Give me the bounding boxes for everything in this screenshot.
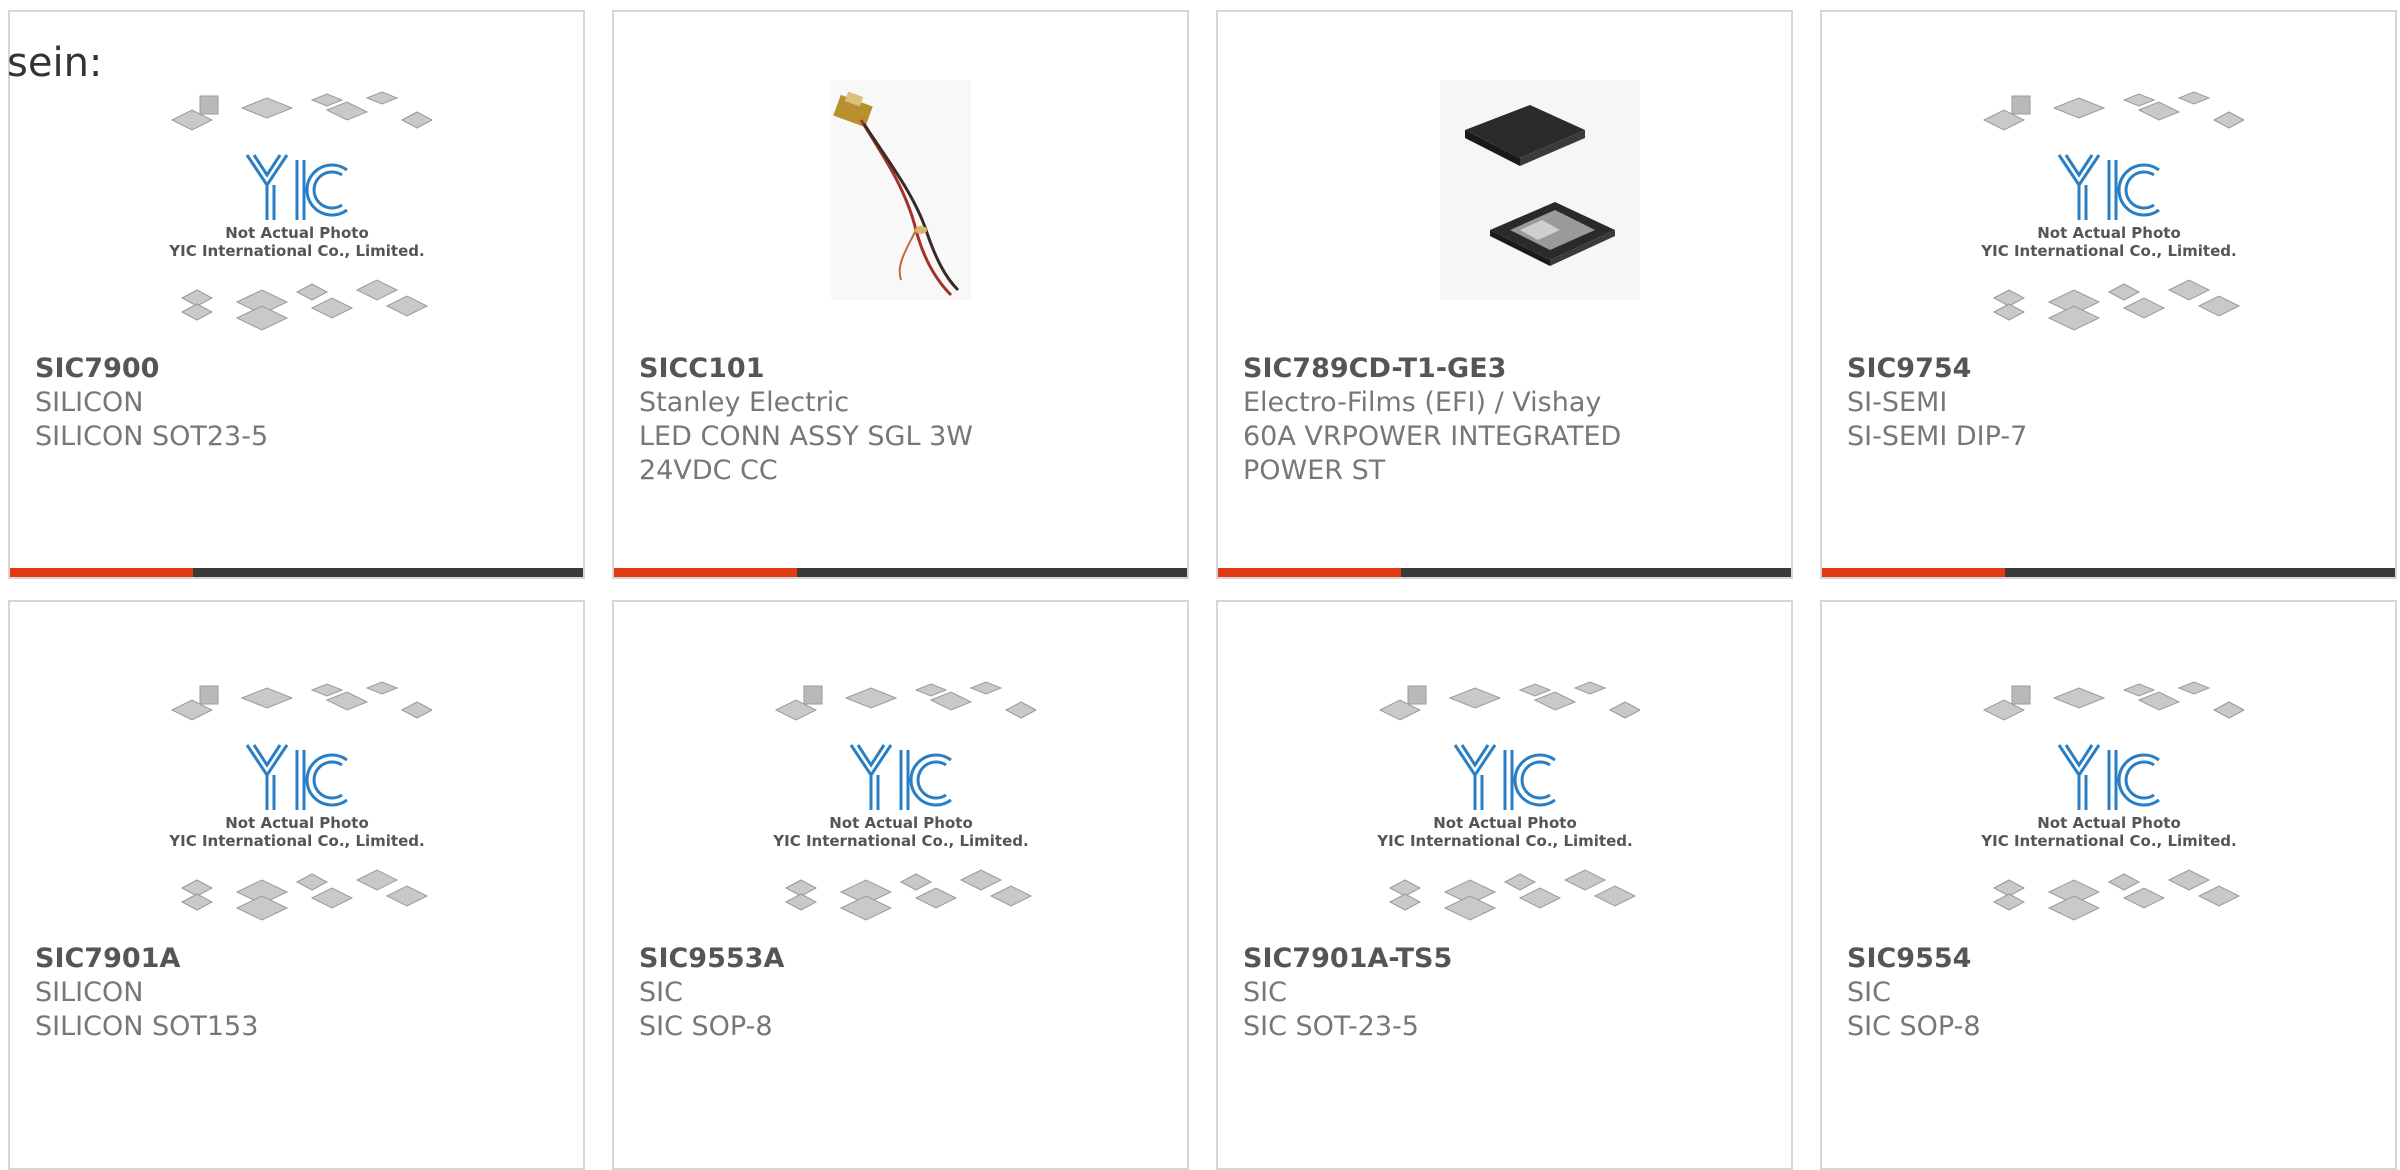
product-thumbnail[interactable]: Not Actual Photo YIC International Co., … <box>10 670 583 950</box>
placeholder-image: Not Actual Photo YIC International Co., … <box>168 681 432 921</box>
product-thumbnail[interactable] <box>614 80 1187 360</box>
part-number-link[interactable]: SIC9754 <box>1847 352 2375 386</box>
product-thumbnail[interactable] <box>1218 80 1791 360</box>
placeholder-caption-2: YIC International Co., Limited. <box>168 242 424 260</box>
placeholder-caption-2: YIC International Co., Limited. <box>1980 242 2236 260</box>
placeholder-caption-1: Not Actual Photo <box>225 224 369 242</box>
placeholder-image: Not Actual Photo YIC International Co., … <box>1980 681 2244 921</box>
placeholder-caption-1: Not Actual Photo <box>1433 814 1577 832</box>
description-label: SIC SOT-23-5 <box>1243 1011 1419 1042</box>
part-number-link[interactable]: SIC789CD-T1-GE3 <box>1243 352 1771 386</box>
card-hover-bar <box>1822 568 2395 577</box>
manufacturer-label: SIC <box>639 977 683 1008</box>
description-label: SIC SOP-8 <box>639 1011 773 1042</box>
description-label: SILICON SOT153 <box>35 1011 259 1042</box>
manufacturer-label: SIC <box>1243 977 1287 1008</box>
product-info: SICC101 Stanley Electric LED CONN ASSY SGL… <box>639 352 1167 488</box>
description-label: SILICON SOT23-5 <box>35 421 269 452</box>
description-label: 60A VRPOWER INTEGRATED POWER ST <box>1243 421 1622 486</box>
placeholder-caption-1: Not Actual Photo <box>225 814 369 832</box>
placeholder-caption-2: YIC International Co., Limited. <box>168 832 424 850</box>
product-thumbnail[interactable]: Not Actual Photo YIC International Co., … <box>1822 670 2395 950</box>
product-card[interactable]: Not Actual Photo YIC International Co., … <box>1820 10 2397 579</box>
product-info: SIC7900 SILICON SILICON SOT23-5 <box>35 352 563 454</box>
part-number-link[interactable]: SIC7900 <box>35 352 563 386</box>
product-card[interactable]: Not Actual Photo YIC International Co., … <box>8 10 585 579</box>
part-number-link[interactable]: SIC9554 <box>1847 942 2375 976</box>
product-info: SIC9754 SI-SEMI SI-SEMI DIP-7 <box>1847 352 2375 454</box>
placeholder-image: Not Actual Photo YIC International Co., … <box>1980 91 2244 331</box>
card-hover-bar <box>1218 568 1791 577</box>
product-card[interactable]: Not Actual Photo YIC International Co., … <box>1216 600 1793 1170</box>
card-hover-bar <box>10 568 583 577</box>
led-cable-image <box>830 80 971 300</box>
placeholder-caption-1: Not Actual Photo <box>2037 814 2181 832</box>
placeholder-caption-2: YIC International Co., Limited. <box>1376 832 1632 850</box>
card-hover-bar-fill <box>1822 568 2006 577</box>
product-info: SIC7901A-TS5 SIC SIC SOT-23-5 <box>1243 942 1771 1044</box>
product-thumbnail[interactable]: Not Actual Photo YIC International Co., … <box>1822 80 2395 360</box>
manufacturer-label: SILICON <box>35 387 144 418</box>
manufacturer-label: SILICON <box>35 977 144 1008</box>
product-card[interactable]: Not Actual Photo YIC International Co., … <box>8 600 585 1170</box>
placeholder-caption-1: Not Actual Photo <box>829 814 973 832</box>
placeholder-image: Not Actual Photo YIC International Co., … <box>772 681 1036 921</box>
card-hover-bar-fill <box>10 568 194 577</box>
product-card[interactable]: Not Actual Photo YIC International Co., … <box>1820 600 2397 1170</box>
product-thumbnail[interactable]: Not Actual Photo YIC International Co., … <box>614 670 1187 950</box>
part-number-link[interactable]: SIC7901A-TS5 <box>1243 942 1771 976</box>
placeholder-image: Not Actual Photo YIC International Co., … <box>1376 681 1640 921</box>
description-label: LED CONN ASSY SGL 3W 24VDC CC <box>639 421 973 486</box>
description-label: SIC SOP-8 <box>1847 1011 1981 1042</box>
qfn-chip-image <box>1439 80 1640 300</box>
product-thumbnail[interactable]: Not Actual Photo YIC International Co., … <box>10 80 583 360</box>
card-hover-bar-fill <box>614 568 798 577</box>
description-label: SI-SEMI DIP-7 <box>1847 421 2028 452</box>
placeholder-caption-2: YIC International Co., Limited. <box>772 832 1028 850</box>
placeholder-caption-1: Not Actual Photo <box>2037 224 2181 242</box>
product-info: SIC9554 SIC SIC SOP-8 <box>1847 942 2375 1044</box>
part-number-link[interactable]: SIC9553A <box>639 942 1167 976</box>
product-card[interactable]: Not Actual Photo YIC International Co., … <box>612 600 1189 1170</box>
product-card[interactable]: SICC101 Stanley Electric LED CONN ASSY SGL… <box>612 10 1189 579</box>
intro-text: sein: <box>7 40 103 86</box>
product-card[interactable]: SIC789CD-T1-GE3 Electro-Films (EFI) / Vis… <box>1216 10 1793 579</box>
product-info: SIC9553A SIC SIC SOP-8 <box>639 942 1167 1044</box>
product-info: SIC789CD-T1-GE3 Electro-Films (EFI) / Vis… <box>1243 352 1771 488</box>
placeholder-image: Not Actual Photo YIC International Co., … <box>168 91 432 331</box>
manufacturer-label: SIC <box>1847 977 1891 1008</box>
part-number-link[interactable]: SICC101 <box>639 352 1167 386</box>
manufacturer-label: SI-SEMI <box>1847 387 1948 418</box>
product-info: SIC7901A SILICON SILICON SOT153 <box>35 942 563 1044</box>
manufacturer-label: Electro-Films (EFI) / Vishay <box>1243 387 1602 418</box>
part-number-link[interactable]: SIC7901A <box>35 942 563 976</box>
product-thumbnail[interactable]: Not Actual Photo YIC International Co., … <box>1218 670 1791 950</box>
card-hover-bar <box>614 568 1187 577</box>
card-hover-bar-fill <box>1218 568 1402 577</box>
manufacturer-label: Stanley Electric <box>639 387 850 418</box>
placeholder-caption-2: YIC International Co., Limited. <box>1980 832 2236 850</box>
